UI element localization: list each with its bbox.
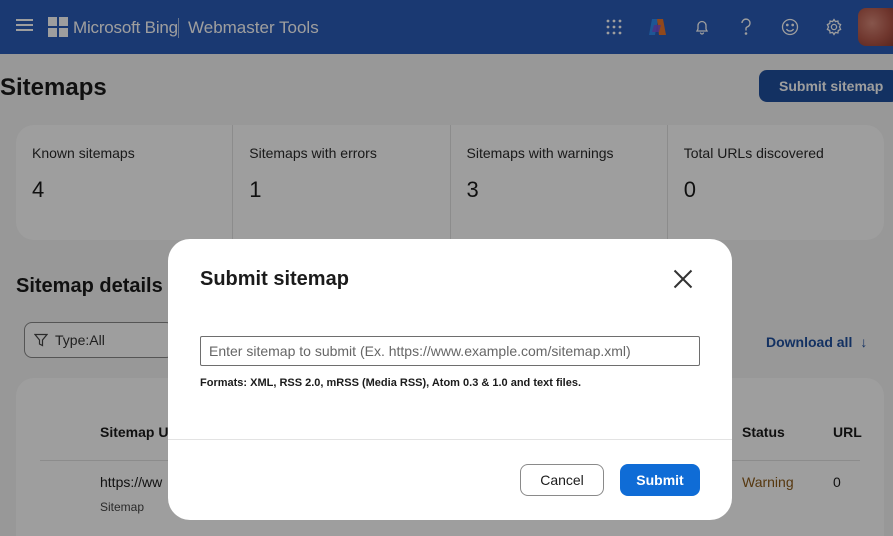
submit-button[interactable]: Submit [620,464,700,496]
dialog-title: Submit sitemap [200,268,349,290]
close-icon[interactable] [673,269,693,289]
dialog-divider [168,439,732,440]
submit-sitemap-dialog: Submit sitemap Formats: XML, RSS 2.0, mR… [168,239,732,520]
formats-note: Formats: XML, RSS 2.0, mRSS (Media RSS),… [200,377,582,389]
cancel-button[interactable]: Cancel [520,464,604,496]
sitemap-url-input[interactable] [200,336,700,366]
